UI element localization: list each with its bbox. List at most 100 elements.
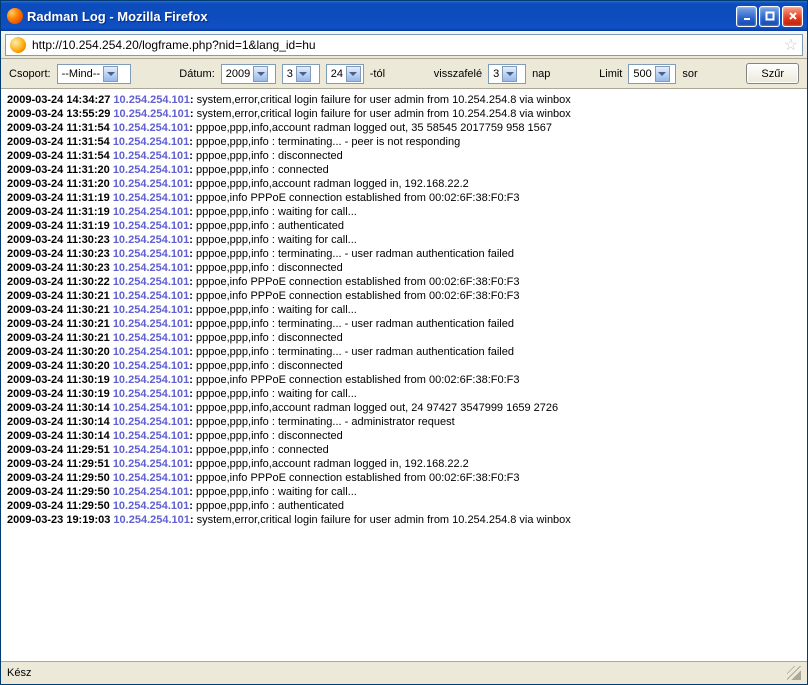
log-message: pppoe,ppp,info : authenticated — [196, 220, 344, 232]
date-label: Dátum: — [179, 68, 214, 80]
log-ip: 10.254.254.101 — [113, 374, 189, 386]
log-row: 2009-03-24 11:31:19 10.254.254.101: pppo… — [7, 219, 801, 233]
log-ip: 10.254.254.101 — [113, 430, 189, 442]
month-select[interactable]: 3 — [282, 64, 320, 84]
log-row: 2009-03-24 11:30:23 10.254.254.101: pppo… — [7, 261, 801, 275]
log-row: 2009-03-24 11:31:20 10.254.254.101: pppo… — [7, 177, 801, 191]
log-row: 2009-03-24 11:29:51 10.254.254.101: pppo… — [7, 457, 801, 471]
log-row: 2009-03-24 11:30:20 10.254.254.101: pppo… — [7, 359, 801, 373]
log-message: pppoe,info PPPoE connection established … — [196, 374, 519, 386]
bookmark-star-icon[interactable]: ☆ — [784, 35, 798, 55]
limit-label: Limit — [599, 68, 622, 80]
maximize-button[interactable] — [759, 6, 780, 27]
log-timestamp: 2009-03-24 11:29:50 — [7, 472, 110, 484]
limit-select[interactable]: 500 — [628, 64, 676, 84]
log-ip: 10.254.254.101 — [113, 262, 189, 274]
log-message: pppoe,ppp,info : disconnected — [196, 150, 343, 162]
filter-bar: Csoport: --Mind-- Dátum: 2009 3 24 -tól … — [1, 59, 807, 89]
log-ip: 10.254.254.101 — [113, 248, 189, 260]
log-ip: 10.254.254.101 — [113, 192, 189, 204]
log-timestamp: 2009-03-24 13:55:29 — [7, 108, 110, 120]
log-row: 2009-03-24 13:55:29 10.254.254.101: syst… — [7, 107, 801, 121]
log-timestamp: 2009-03-24 11:29:51 — [7, 458, 110, 470]
log-message: pppoe,ppp,info,account radman logged in,… — [196, 458, 469, 470]
window-title: Radman Log - Mozilla Firefox — [27, 9, 736, 24]
log-message: pppoe,ppp,info : connected — [196, 444, 329, 456]
log-ip: 10.254.254.101 — [113, 164, 189, 176]
close-button[interactable] — [782, 6, 803, 27]
log-message: pppoe,info PPPoE connection established … — [196, 276, 519, 288]
log-message: pppoe,info PPPoE connection established … — [196, 290, 519, 302]
log-row: 2009-03-24 11:30:21 10.254.254.101: pppo… — [7, 317, 801, 331]
log-timestamp: 2009-03-24 11:31:54 — [7, 136, 110, 148]
log-row: 2009-03-23 19:19:03 10.254.254.101: syst… — [7, 513, 801, 527]
log-row: 2009-03-24 11:30:19 10.254.254.101: pppo… — [7, 387, 801, 401]
log-message: pppoe,ppp,info : terminating... - user r… — [196, 346, 514, 358]
minimize-button[interactable] — [736, 6, 757, 27]
log-row: 2009-03-24 11:31:19 10.254.254.101: pppo… — [7, 191, 801, 205]
log-row: 2009-03-24 11:29:51 10.254.254.101: pppo… — [7, 443, 801, 457]
log-ip: 10.254.254.101 — [113, 206, 189, 218]
log-timestamp: 2009-03-24 11:31:20 — [7, 164, 110, 176]
log-row: 2009-03-24 11:30:23 10.254.254.101: pppo… — [7, 233, 801, 247]
log-message: pppoe,ppp,info,account radman logged out… — [196, 122, 552, 134]
log-ip: 10.254.254.101 — [113, 276, 189, 288]
log-timestamp: 2009-03-24 11:30:19 — [7, 374, 110, 386]
filter-button[interactable]: Szűr — [746, 63, 799, 84]
log-message: pppoe,ppp,info : terminating... - peer i… — [196, 136, 460, 148]
log-row: 2009-03-24 11:30:22 10.254.254.101: pppo… — [7, 275, 801, 289]
log-row: 2009-03-24 11:30:14 10.254.254.101: pppo… — [7, 415, 801, 429]
log-row: 2009-03-24 11:30:20 10.254.254.101: pppo… — [7, 345, 801, 359]
log-timestamp: 2009-03-24 11:29:50 — [7, 500, 110, 512]
site-icon — [10, 37, 26, 53]
log-timestamp: 2009-03-24 11:30:21 — [7, 290, 110, 302]
log-ip: 10.254.254.101 — [113, 514, 189, 526]
log-ip: 10.254.254.101 — [113, 416, 189, 428]
log-timestamp: 2009-03-24 14:34:27 — [7, 94, 110, 106]
log-row: 2009-03-24 11:30:21 10.254.254.101: pppo… — [7, 331, 801, 345]
back-days-select[interactable]: 3 — [488, 64, 526, 84]
log-ip: 10.254.254.101 — [113, 360, 189, 372]
log-area: 2009-03-24 14:34:27 10.254.254.101: syst… — [1, 89, 807, 661]
log-ip: 10.254.254.101 — [113, 388, 189, 400]
log-message: pppoe,ppp,info : terminating... - admini… — [196, 416, 455, 428]
log-timestamp: 2009-03-24 11:31:20 — [7, 178, 110, 190]
log-timestamp: 2009-03-24 11:31:19 — [7, 206, 110, 218]
log-row: 2009-03-24 11:31:54 10.254.254.101: pppo… — [7, 121, 801, 135]
log-timestamp: 2009-03-24 11:30:21 — [7, 304, 110, 316]
url-input[interactable] — [30, 37, 780, 53]
url-field[interactable]: ☆ — [5, 34, 803, 56]
log-ip: 10.254.254.101 — [113, 346, 189, 358]
log-timestamp: 2009-03-24 11:31:54 — [7, 122, 110, 134]
status-text: Kész — [7, 667, 31, 679]
log-row: 2009-03-24 11:31:54 10.254.254.101: pppo… — [7, 149, 801, 163]
log-message: pppoe,ppp,info : waiting for call... — [196, 388, 357, 400]
log-message: pppoe,ppp,info : disconnected — [196, 332, 343, 344]
log-message: pppoe,ppp,info : disconnected — [196, 430, 343, 442]
log-message: pppoe,ppp,info : waiting for call... — [196, 234, 357, 246]
firefox-icon — [7, 8, 23, 24]
log-row: 2009-03-24 11:30:19 10.254.254.101: pppo… — [7, 373, 801, 387]
log-message: pppoe,ppp,info,account radman logged out… — [196, 402, 558, 414]
log-ip: 10.254.254.101 — [113, 304, 189, 316]
log-ip: 10.254.254.101 — [113, 136, 189, 148]
resize-grip-icon[interactable] — [787, 666, 801, 680]
day-select[interactable]: 24 — [326, 64, 364, 84]
log-ip: 10.254.254.101 — [113, 486, 189, 498]
window-buttons — [736, 6, 803, 27]
row-unit: sor — [682, 68, 697, 80]
log-message: pppoe,ppp,info : disconnected — [196, 262, 343, 274]
log-row: 2009-03-24 14:34:27 10.254.254.101: syst… — [7, 93, 801, 107]
log-message: pppoe,ppp,info : connected — [196, 164, 329, 176]
log-ip: 10.254.254.101 — [113, 290, 189, 302]
chevron-down-icon — [253, 66, 268, 82]
log-timestamp: 2009-03-24 11:29:50 — [7, 486, 110, 498]
log-message: system,error,critical login failure for … — [197, 108, 571, 120]
log-row: 2009-03-24 11:30:14 10.254.254.101: pppo… — [7, 401, 801, 415]
log-row: 2009-03-24 11:30:23 10.254.254.101: pppo… — [7, 247, 801, 261]
log-timestamp: 2009-03-24 11:30:20 — [7, 360, 110, 372]
log-row: 2009-03-24 11:29:50 10.254.254.101: pppo… — [7, 485, 801, 499]
group-select[interactable]: --Mind-- — [57, 64, 131, 84]
log-message: system,error,critical login failure for … — [197, 514, 571, 526]
year-select[interactable]: 2009 — [221, 64, 276, 84]
